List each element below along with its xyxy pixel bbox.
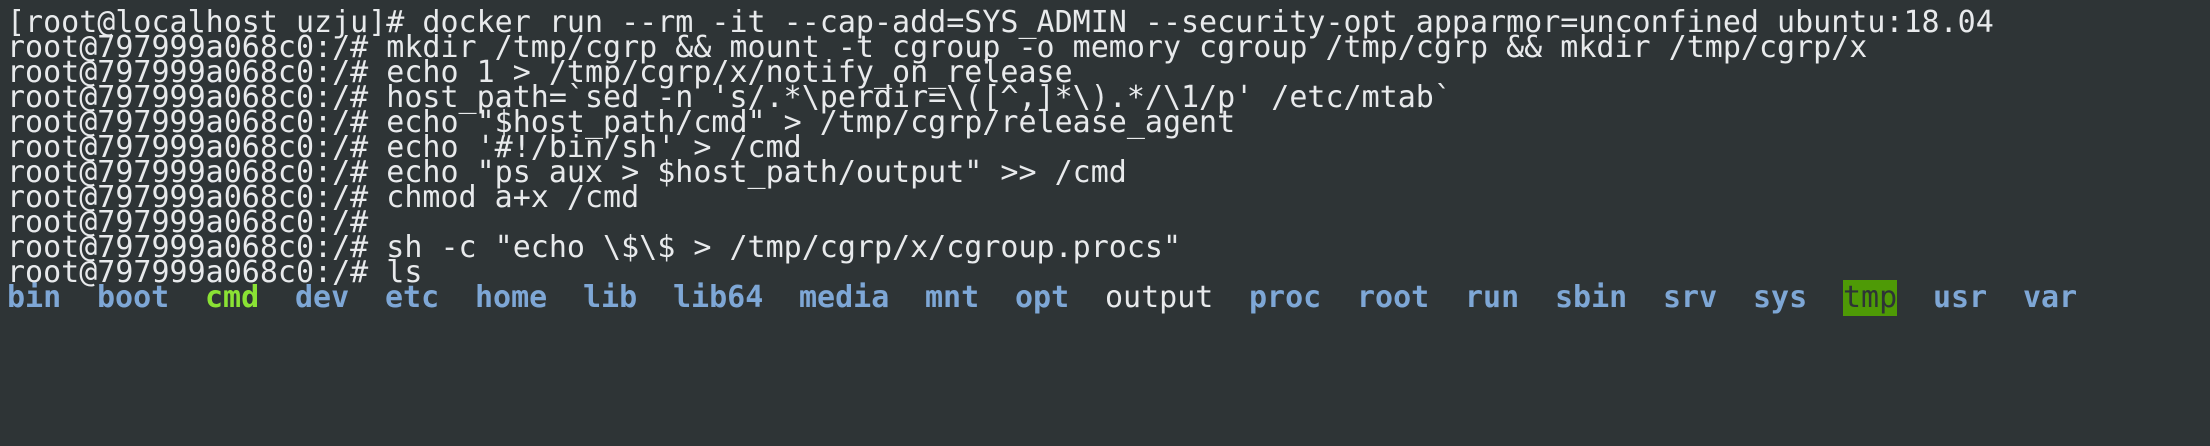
terminal-window[interactable]: [root@localhost uzju]# docker run --rm -… [0,0,2210,446]
ls-entry-directory: sbin [1555,280,1628,315]
ls-entry-sticky-directory: tmp [1843,280,1898,316]
ls-entry-directory: lib64 [673,280,764,315]
ls-entry-directory: etc [385,280,440,315]
ls-entry-directory: var [2023,280,2078,315]
ls-entry-directory: mnt [925,280,980,315]
ls-entry-file: output [1105,280,1214,315]
ls-entry-directory: bin [7,280,62,315]
ls-entry-directory: boot [97,280,170,315]
ls-entry-directory: dev [295,280,350,315]
ls-entry-executable: cmd [205,280,260,315]
ls-entry-directory: proc [1249,280,1322,315]
ls-entry-directory: sys [1753,280,1808,315]
ls-entry-directory: opt [1015,280,1070,315]
ls-output-line: bin boot cmd dev etc home lib lib64 medi… [7,280,2077,316]
ls-entry-directory: home [475,280,548,315]
ls-entry-directory: lib [583,280,638,315]
ls-entry-directory: run [1465,280,1520,315]
ls-entry-directory: media [799,280,890,315]
ls-entry-directory: usr [1933,280,1988,315]
ls-entry-directory: srv [1663,280,1718,315]
ls-entry-directory: root [1357,280,1430,315]
